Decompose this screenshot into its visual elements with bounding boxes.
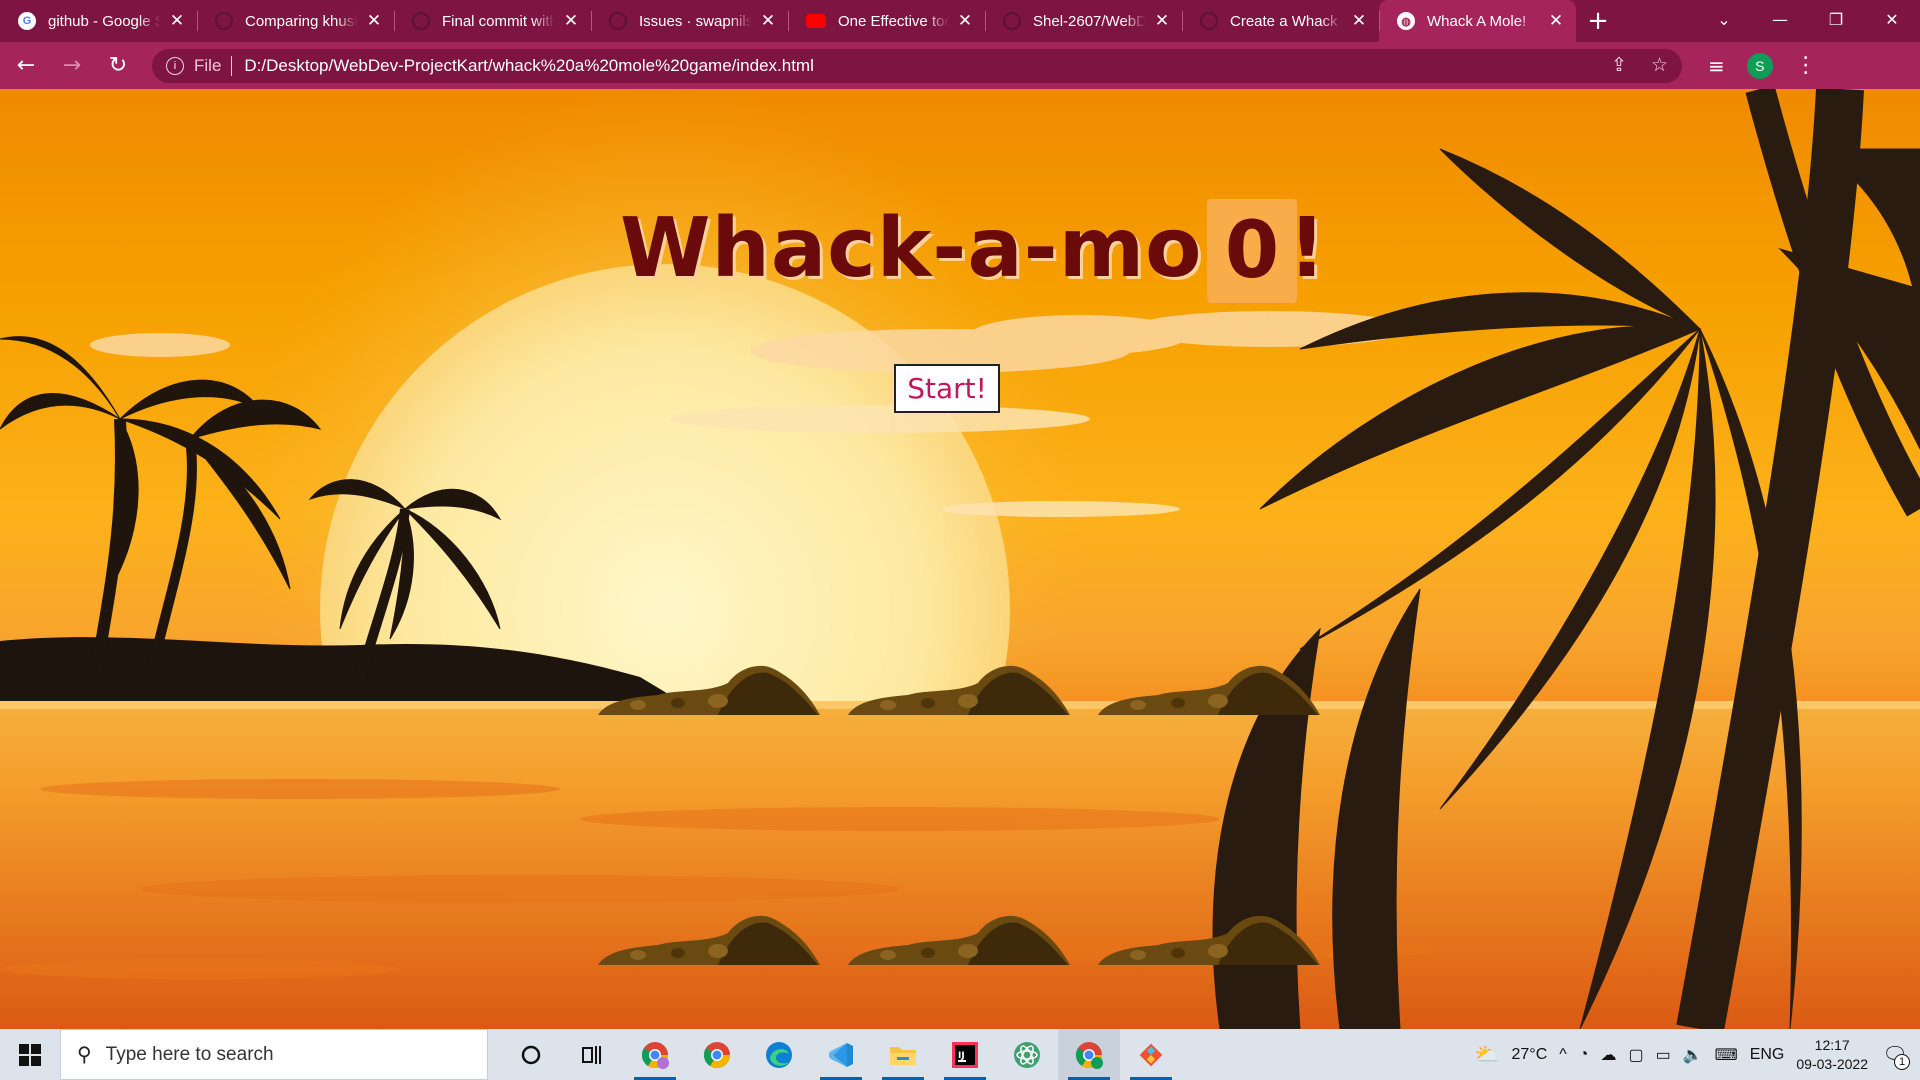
meet-now-icon[interactable]: ▢ — [1628, 1045, 1643, 1065]
file-explorer-icon[interactable] — [872, 1029, 934, 1080]
restore-button[interactable]: ❐ — [1808, 0, 1864, 38]
keyboard-icon[interactable]: ⌨ — [1715, 1045, 1738, 1065]
taskbar-apps: IJ — [500, 1029, 1182, 1080]
google-icon: G — [18, 12, 36, 30]
info-icon[interactable]: i — [166, 56, 184, 75]
browser-toolbar: ← → ↻ i File D:/Desktop/WebDev-ProjectKa… — [0, 42, 1920, 89]
page-viewport: Whack-a-mole! 0 Start! — [0, 89, 1920, 1029]
close-icon[interactable]: ✕ — [1546, 11, 1566, 31]
vscode-icon[interactable] — [810, 1029, 872, 1080]
search-icon: ⚲ — [77, 1044, 92, 1066]
chrome-profile-icon[interactable] — [624, 1029, 686, 1080]
tab-comparing[interactable]: Comparing khushi- ✕ — [197, 0, 394, 42]
minimize-button[interactable]: — — [1752, 0, 1808, 38]
score-value: 0 — [1224, 206, 1280, 296]
clock-time: 12:17 — [1814, 1036, 1850, 1053]
tab-title: github - Google Search — [48, 12, 161, 30]
windows-logo-icon — [19, 1043, 41, 1066]
window-controls: ⌄ — ❐ ✕ — [1696, 0, 1920, 38]
github-icon — [412, 12, 430, 30]
tab-title: Comparing khushi- — [245, 12, 358, 30]
address-bar[interactable]: i File D:/Desktop/WebDev-ProjectKart/wha… — [152, 48, 1682, 83]
mole-hole-2[interactable] — [848, 659, 1072, 715]
tab-search-chevron-icon[interactable]: ⌄ — [1696, 0, 1752, 38]
browser-tab-strip: G github - Google Search ✕ Comparing khu… — [0, 0, 1920, 42]
youtube-icon — [806, 14, 826, 28]
url-text[interactable]: D:/Desktop/WebDev-ProjectKart/whack%20a%… — [244, 56, 813, 76]
mole-hole-6[interactable] — [1098, 909, 1322, 965]
chevron-up-icon[interactable]: ^ — [1559, 1046, 1567, 1064]
weather-temperature[interactable]: 27°C — [1512, 1046, 1548, 1064]
close-icon[interactable]: ✕ — [758, 11, 778, 31]
new-tab-button[interactable]: + — [1576, 0, 1620, 42]
close-icon[interactable]: ✕ — [1349, 11, 1369, 31]
system-tray: ⛅ 27°C ^ ◔ ☁ ▢ ▭ 🔈 ⌨ ENG 12:17 09-03-202… — [1475, 1036, 1920, 1074]
language-indicator[interactable]: ENG — [1750, 1046, 1785, 1064]
tab-title: Whack A Mole! — [1427, 12, 1527, 30]
close-window-button[interactable]: ✕ — [1864, 0, 1920, 38]
tab-title: One Effective tool — [838, 12, 949, 30]
reading-list-icon[interactable]: ≡ — [1708, 54, 1725, 78]
close-icon[interactable]: ✕ — [1152, 11, 1172, 31]
battery-icon[interactable]: ▭ — [1656, 1045, 1671, 1065]
volume-icon[interactable]: 🔈 — [1683, 1045, 1703, 1065]
tab-whack-a-mole[interactable]: ◍ Whack A Mole! ✕ — [1379, 0, 1576, 42]
tab-create-whack[interactable]: Create a Whack a ✕ — [1182, 0, 1379, 42]
tab-final-commit[interactable]: Final commit with ✕ — [394, 0, 591, 42]
github-icon — [1003, 12, 1021, 30]
bookmark-star-icon[interactable]: ☆ — [1651, 54, 1668, 77]
scheme-label: File — [194, 55, 222, 75]
forward-button[interactable]: → — [52, 53, 92, 78]
address-separator — [231, 55, 233, 76]
mole-hole-3[interactable] — [1098, 659, 1322, 715]
profile-avatar[interactable]: S — [1746, 52, 1773, 79]
wifi-icon[interactable]: ◔ — [1579, 1046, 1589, 1064]
intellij-icon[interactable]: IJ — [934, 1029, 996, 1080]
cortana-icon[interactable] — [500, 1029, 562, 1080]
onedrive-icon[interactable]: ☁ — [1600, 1045, 1616, 1065]
notification-count: 1 — [1894, 1053, 1910, 1070]
mole-hole-5[interactable] — [848, 909, 1072, 965]
share-icon[interactable]: ⇪ — [1611, 54, 1627, 77]
svg-text:IJ: IJ — [958, 1051, 965, 1061]
weather-icon[interactable]: ⛅ — [1475, 1042, 1500, 1067]
score-box: 0 — [1207, 199, 1297, 303]
tab-title: Issues · swapnilsp — [639, 12, 752, 30]
atom-icon[interactable] — [996, 1029, 1058, 1080]
tab-shel-webdev[interactable]: Shel-2607/WebDev ✕ — [985, 0, 1182, 42]
edge-icon[interactable] — [748, 1029, 810, 1080]
git-icon[interactable] — [1120, 1029, 1182, 1080]
back-button[interactable]: ← — [6, 53, 46, 78]
notification-center-button[interactable]: 🗨 1 — [1880, 1040, 1910, 1070]
github-icon — [609, 12, 627, 30]
task-view-icon[interactable] — [562, 1029, 624, 1080]
mole-hole-4[interactable] — [598, 909, 822, 965]
reload-button[interactable]: ↻ — [98, 53, 138, 78]
menu-kebab-icon[interactable]: ⋮ — [1795, 53, 1817, 78]
globe-icon: ◍ — [1397, 12, 1415, 30]
chrome-icon[interactable] — [686, 1029, 748, 1080]
tab-title: Final commit with — [442, 12, 555, 30]
taskbar-search-box[interactable]: ⚲ Type here to search — [60, 1029, 488, 1080]
start-button[interactable]: Start! — [894, 364, 1000, 413]
mole-hole-1[interactable] — [598, 659, 822, 715]
github-icon — [1200, 12, 1218, 30]
clock[interactable]: 12:17 09-03-2022 — [1796, 1036, 1868, 1074]
close-icon[interactable]: ✕ — [167, 11, 187, 31]
tab-title: Create a Whack a — [1230, 12, 1343, 30]
windows-taskbar: ⚲ Type here to search IJ ⛅ 27°C ^ ◔ ☁ ▢ … — [0, 1029, 1920, 1080]
tab-issues[interactable]: Issues · swapnilsp ✕ — [591, 0, 788, 42]
tab-title: Shel-2607/WebDev — [1033, 12, 1146, 30]
close-icon[interactable]: ✕ — [364, 11, 384, 31]
close-icon[interactable]: ✕ — [955, 11, 975, 31]
windows-start-button[interactable] — [0, 1029, 60, 1080]
chrome-profile-icon[interactable] — [1058, 1029, 1120, 1080]
search-placeholder: Type here to search — [105, 1043, 274, 1065]
github-icon — [215, 12, 233, 30]
tab-github-google-search[interactable]: G github - Google Search ✕ — [0, 0, 197, 42]
tab-youtube[interactable]: One Effective tool ✕ — [788, 0, 985, 42]
clock-date: 09-03-2022 — [1796, 1055, 1868, 1072]
close-icon[interactable]: ✕ — [561, 11, 581, 31]
